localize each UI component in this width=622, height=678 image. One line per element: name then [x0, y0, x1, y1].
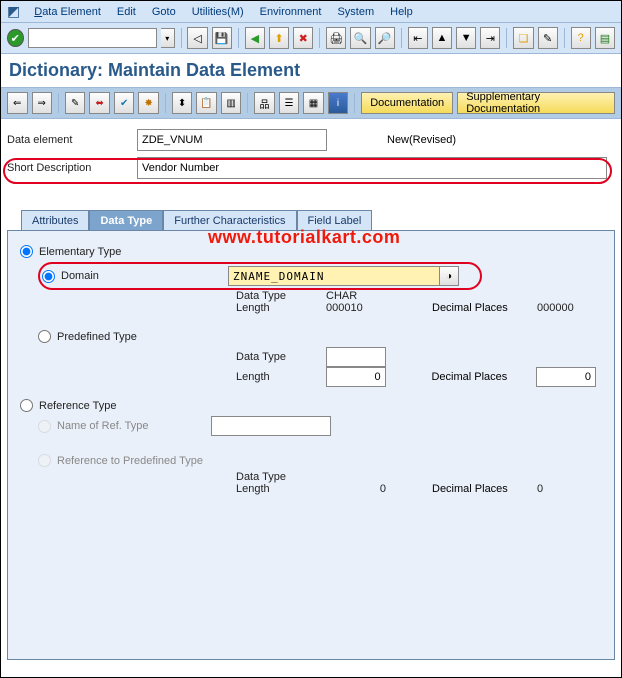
reference-type-label: Reference Type: [39, 400, 116, 412]
save-icon[interactable]: 💾: [212, 27, 232, 49]
predefined-type-label: Predefined Type: [57, 331, 137, 343]
help-icon[interactable]: ?: [571, 27, 591, 49]
info-icon[interactable]: i: [328, 92, 349, 114]
find-next-icon[interactable]: 🔎: [375, 27, 395, 49]
next-object-icon[interactable]: ⇒: [32, 92, 53, 114]
standard-toolbar: ✔ ▾ ◁ 💾 ◀ ⬆ ✖ 🖨 🔍 🔎 ⇤ ▲ ▼ ⇥ ❏ ✎ ? ▤: [1, 23, 621, 54]
where-used-icon[interactable]: ⬍: [172, 92, 193, 114]
data-type-label: Data Type: [236, 290, 326, 302]
other-object-icon[interactable]: ⬌: [89, 92, 110, 114]
menu-bar: ◩ Data Element Edit Goto Utilities(M) En…: [1, 1, 621, 23]
predefined-type-radio[interactable]: [38, 330, 51, 343]
elementary-type-label: Elementary Type: [39, 246, 121, 258]
check-icon[interactable]: ✔: [114, 92, 135, 114]
length-label: Length: [236, 302, 326, 314]
name-of-ref-type-field: [211, 416, 331, 436]
length-value: 000010: [326, 302, 386, 314]
ref-data-type-label: Data Type: [236, 471, 326, 483]
ref-decimal-value: 0: [537, 483, 543, 495]
domain-field[interactable]: ZNAME_DOMAIN: [228, 266, 440, 286]
find-icon[interactable]: 🔍: [350, 27, 370, 49]
short-description-field[interactable]: Vendor Number: [137, 157, 607, 179]
domain-radio[interactable]: [42, 270, 55, 283]
cancel-icon[interactable]: ✖: [293, 27, 313, 49]
pre-length-label: Length: [236, 371, 326, 383]
decimal-places-label: Decimal Places: [432, 302, 537, 314]
menu-goto[interactable]: Goto: [144, 4, 184, 20]
sap-window-icon: ◩: [7, 3, 20, 20]
menu-environment[interactable]: Environment: [252, 4, 330, 20]
activate-icon[interactable]: ✸: [138, 92, 159, 114]
other-icon[interactable]: ▥: [221, 92, 242, 114]
command-dropdown-icon[interactable]: ▾: [161, 28, 175, 48]
ref-length-value: 0: [326, 483, 386, 495]
supplementary-documentation-button[interactable]: Supplementary Documentation: [457, 92, 615, 114]
next-page-icon[interactable]: ▼: [456, 27, 476, 49]
pre-length-field[interactable]: 0: [326, 367, 386, 387]
ref-predefined-radio: [38, 454, 51, 467]
enter-icon[interactable]: ✔: [7, 29, 24, 47]
ref-length-label: Length: [236, 483, 326, 495]
tab-data-type[interactable]: Data Type: [89, 210, 163, 231]
data-type-panel: www.tutorialkart.com Elementary Type Dom…: [7, 230, 615, 660]
exit-icon[interactable]: ⬆: [269, 27, 289, 49]
prev-object-icon[interactable]: ⇐: [7, 92, 28, 114]
display-list-icon[interactable]: 📋: [196, 92, 217, 114]
layout-icon[interactable]: ▤: [595, 27, 615, 49]
menu-edit[interactable]: Edit: [109, 4, 144, 20]
pre-decimal-label: Decimal Places: [431, 371, 536, 383]
pre-data-type-field[interactable]: [326, 347, 386, 367]
pre-decimal-field[interactable]: 0: [536, 367, 596, 387]
command-field[interactable]: [28, 28, 157, 48]
back-icon[interactable]: ◁: [187, 27, 207, 49]
new-session-icon[interactable]: ❏: [513, 27, 533, 49]
app-toolbar: ⇐ ⇒ ✎ ⬌ ✔ ✸ ⬍ 📋 ▥ 品 ☰ ▦ i Documentation …: [1, 87, 621, 119]
domain-highlight: Domain ZNAME_DOMAIN ◑: [38, 262, 482, 290]
tech-settings-icon[interactable]: ▦: [303, 92, 324, 114]
hierarchy-icon[interactable]: 品: [254, 92, 275, 114]
shortcut-icon[interactable]: ✎: [538, 27, 558, 49]
menu-help[interactable]: Help: [382, 4, 421, 20]
data-element-label: Data element: [7, 134, 137, 146]
decimal-places-value: 000000: [537, 302, 574, 314]
print-icon[interactable]: 🖨: [326, 27, 346, 49]
prev-page-icon[interactable]: ▲: [432, 27, 452, 49]
short-description-label: Short Description: [7, 162, 137, 174]
last-page-icon[interactable]: ⇥: [480, 27, 500, 49]
display-change-icon[interactable]: ✎: [65, 92, 86, 114]
elementary-type-radio[interactable]: [20, 245, 33, 258]
ref-predefined-label: Reference to Predefined Type: [57, 455, 203, 467]
menu-data-element[interactable]: Data Element: [26, 4, 109, 20]
pre-data-type-label: Data Type: [236, 351, 326, 363]
status-text: New(Revised): [387, 134, 456, 146]
append-icon[interactable]: ☰: [279, 92, 300, 114]
first-page-icon[interactable]: ⇤: [408, 27, 428, 49]
domain-label: Domain: [61, 270, 99, 282]
tab-attributes[interactable]: Attributes: [21, 210, 89, 231]
documentation-button[interactable]: Documentation: [361, 92, 453, 114]
ref-decimal-label: Decimal Places: [432, 483, 537, 495]
data-element-field[interactable]: ZDE_VNUM: [137, 129, 327, 151]
menu-system[interactable]: System: [329, 4, 382, 20]
reference-type-radio[interactable]: [20, 399, 33, 412]
watermark-text: www.tutorialkart.com: [208, 227, 400, 248]
back-green-icon[interactable]: ◀: [245, 27, 265, 49]
header-area: Data element ZDE_VNUM New(Revised) Short…: [1, 119, 621, 189]
page-title: Dictionary: Maintain Data Element: [1, 54, 621, 87]
data-type-value: CHAR: [326, 290, 357, 302]
menu-utilities[interactable]: Utilities(M): [184, 4, 252, 20]
domain-value-help-icon[interactable]: ◑: [439, 266, 459, 286]
name-of-ref-type-label: Name of Ref. Type: [57, 420, 149, 432]
name-of-ref-type-radio: [38, 420, 51, 433]
